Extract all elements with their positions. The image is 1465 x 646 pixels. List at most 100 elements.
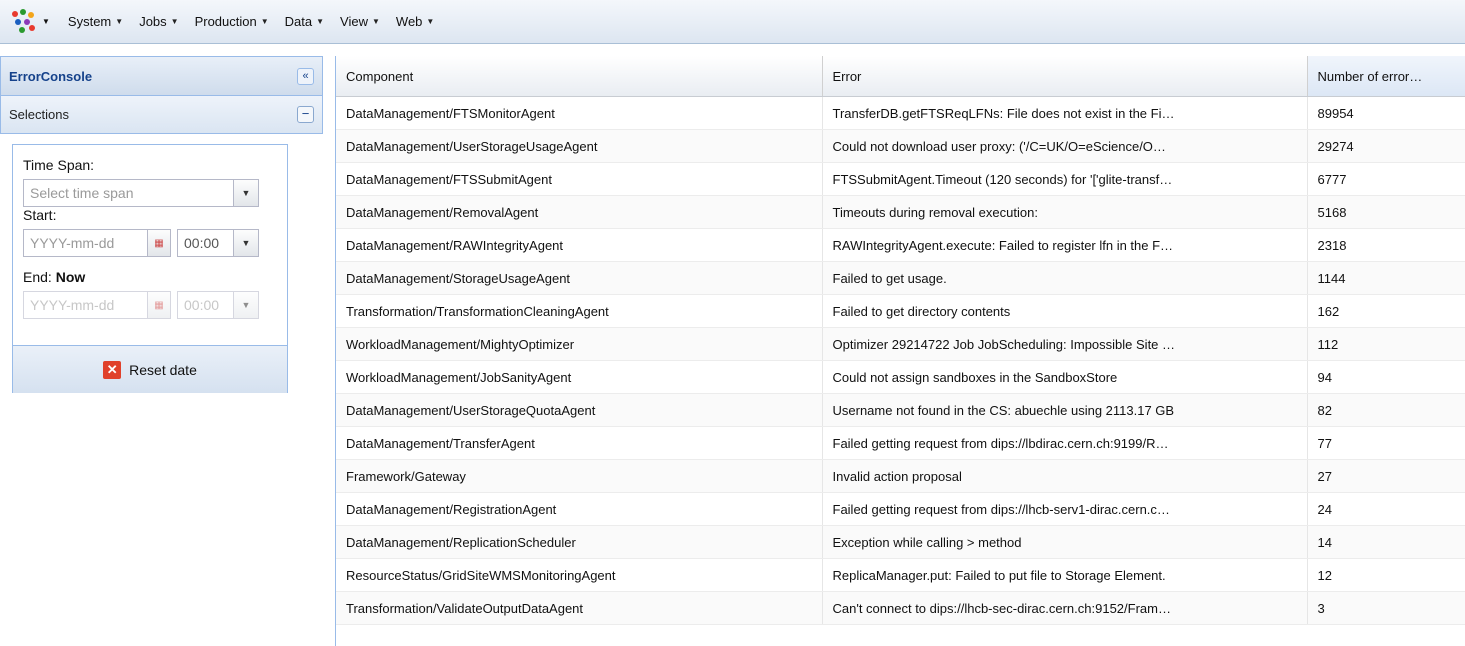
cell-error: RAWIntegrityAgent.execute: Failed to reg… — [822, 228, 1308, 262]
calendar-icon[interactable]: ▦ — [147, 230, 170, 256]
cell-count: 29274 — [1307, 129, 1465, 163]
panel-header: ErrorConsole « — [0, 56, 323, 96]
reset-date-button[interactable]: ✕ Reset date — [103, 360, 197, 379]
cell-error: Could not download user proxy: ('/C=UK/O… — [822, 129, 1308, 163]
start-date-field[interactable]: YYYY-mm-dd ▦ — [23, 229, 171, 257]
selections-form: Time Span: Select time span ▼ Start: YYY… — [12, 144, 288, 393]
cell-error: Failed to get usage. — [822, 261, 1308, 295]
cell-error: FTSSubmitAgent.Timeout (120 seconds) for… — [822, 162, 1308, 196]
chevron-down-icon: ▼ — [260, 17, 269, 26]
chevron-down-icon[interactable]: ▼ — [233, 180, 258, 206]
error-console-panel: ErrorConsole « Selections − Time Span: S… — [0, 56, 323, 646]
cell-count: 89954 — [1307, 96, 1465, 130]
table-row[interactable]: DataManagement/ReplicationScheduler Excep… — [336, 525, 1465, 559]
cell-error: Failed getting request from dips://lhcb-… — [822, 492, 1308, 526]
table-row[interactable]: DataManagement/FTSSubmitAgent FTSSubmitAg… — [336, 162, 1465, 196]
chevron-down-icon: ▼ — [426, 17, 435, 26]
app-logo-icon[interactable] — [10, 8, 38, 36]
menu-system[interactable]: System ▼ — [60, 8, 131, 36]
menu-jobs[interactable]: Jobs ▼ — [131, 8, 186, 36]
chevron-down-icon[interactable]: ▼ — [233, 230, 258, 256]
cell-count: 112 — [1307, 327, 1465, 361]
chevron-down-icon: ▼ — [115, 17, 124, 26]
error-table: Component Error Number of error… DataMan… — [336, 56, 1465, 625]
cell-count: 27 — [1307, 459, 1465, 493]
double-chevron-left-icon[interactable]: « — [297, 67, 314, 85]
cell-count: 6777 — [1307, 162, 1465, 196]
cell-error: Exception while calling > method — [822, 525, 1308, 559]
table-row[interactable]: DataManagement/TransferAgent Failed getti… — [336, 426, 1465, 460]
menu-data[interactable]: Data ▼ — [277, 8, 332, 36]
table-body: DataManagement/FTSMonitorAgent TransferDB… — [336, 96, 1465, 625]
cell-error: Optimizer 29214722 Job JobScheduling: Im… — [822, 327, 1308, 361]
table-row[interactable]: DataManagement/RemovalAgent Timeouts duri… — [336, 195, 1465, 229]
cell-count: 24 — [1307, 492, 1465, 526]
chevron-down-icon[interactable]: ▼ — [42, 17, 50, 26]
menu-web[interactable]: Web ▼ — [388, 8, 442, 36]
close-x-icon: ✕ — [103, 360, 122, 379]
start-time-select[interactable]: 00:00 ▼ — [177, 229, 259, 257]
cell-component: DataManagement/UserStorageQuotaAgent — [336, 393, 823, 427]
column-header-component[interactable]: Component — [336, 56, 823, 97]
table-row[interactable]: Framework/Gateway Invalid action proposal… — [336, 459, 1465, 493]
cell-component: DataManagement/ReplicationScheduler — [336, 525, 823, 559]
table-row[interactable]: WorkloadManagement/MightyOptimizer Optimi… — [336, 327, 1465, 361]
table-row[interactable]: DataManagement/RegistrationAgent Failed g… — [336, 492, 1465, 526]
end-date-placeholder: YYYY-mm-dd — [30, 297, 115, 313]
menu-production[interactable]: Production ▼ — [187, 8, 277, 36]
cell-component: DataManagement/UserStorageUsageAgent — [336, 129, 823, 163]
cell-count: 77 — [1307, 426, 1465, 460]
cell-error: Failed getting request from dips://lbdir… — [822, 426, 1308, 460]
table-row[interactable]: DataManagement/RAWIntegrityAgent RAWInteg… — [336, 228, 1465, 262]
minus-icon[interactable]: − — [297, 106, 314, 123]
cell-component: WorkloadManagement/MightyOptimizer — [336, 327, 823, 361]
cell-component: DataManagement/RAWIntegrityAgent — [336, 228, 823, 262]
chevron-down-icon: ▼ — [170, 17, 179, 26]
cell-error: Username not found in the CS: abuechle u… — [822, 393, 1308, 427]
table-row[interactable]: Transformation/ValidateOutputDataAgent Ca… — [336, 591, 1465, 625]
end-now-value: Now — [55, 269, 86, 285]
cell-count: 1144 — [1307, 261, 1465, 295]
end-date-field[interactable]: YYYY-mm-dd ▦ — [23, 291, 171, 319]
panel-title: ErrorConsole — [9, 68, 93, 84]
cell-error: Invalid action proposal — [822, 459, 1308, 493]
start-date-placeholder: YYYY-mm-dd — [30, 235, 115, 251]
cell-component: WorkloadManagement/JobSanityAgent — [336, 360, 823, 394]
table-row[interactable]: DataManagement/FTSMonitorAgent TransferDB… — [336, 96, 1465, 130]
table-row[interactable]: WorkloadManagement/JobSanityAgent Could n… — [336, 360, 1465, 394]
cell-count: 162 — [1307, 294, 1465, 328]
table-row[interactable]: DataManagement/UserStorageUsageAgent Coul… — [336, 129, 1465, 163]
cell-component: DataManagement/RegistrationAgent — [336, 492, 823, 526]
cell-error: Could not assign sandboxes in the Sandbo… — [822, 360, 1308, 394]
end-label: End: Now — [23, 269, 86, 285]
cell-count: 12 — [1307, 558, 1465, 592]
column-header-number-of-errors[interactable]: Number of error… — [1306, 56, 1465, 97]
table-row[interactable]: DataManagement/UserStorageQuotaAgent User… — [336, 393, 1465, 427]
cell-component: Framework/Gateway — [336, 459, 823, 493]
table-row[interactable]: ResourceStatus/GridSiteWMSMonitoringAgen… — [336, 558, 1465, 592]
calendar-icon[interactable]: ▦ — [147, 292, 170, 318]
cell-error: Failed to get directory contents — [822, 294, 1308, 328]
cell-component: DataManagement/StorageUsageAgent — [336, 261, 823, 295]
cell-count: 82 — [1307, 393, 1465, 427]
reset-date-label: Reset date — [129, 361, 197, 378]
chevron-down-icon[interactable]: ▼ — [233, 292, 258, 318]
chevron-down-icon: ▼ — [316, 17, 325, 26]
error-grid: Component Error Number of error… DataMan… — [335, 56, 1465, 646]
end-time-value: 00:00 — [184, 297, 220, 313]
selections-header[interactable]: Selections − — [0, 96, 323, 134]
cell-count: 2318 — [1307, 228, 1465, 262]
table-row[interactable]: DataManagement/StorageUsageAgent Failed t… — [336, 261, 1465, 295]
menu-view[interactable]: View ▼ — [332, 8, 388, 36]
cell-count: 14 — [1307, 525, 1465, 559]
table-header-row: Component Error Number of error… — [336, 56, 1465, 97]
cell-count: 94 — [1307, 360, 1465, 394]
time-span-select[interactable]: Select time span ▼ — [23, 179, 259, 207]
cell-component: ResourceStatus/GridSiteWMSMonitoringAgen… — [336, 558, 823, 592]
time-span-placeholder: Select time span — [30, 185, 134, 201]
column-header-error[interactable]: Error — [822, 56, 1308, 97]
cell-component: DataManagement/FTSMonitorAgent — [336, 96, 823, 130]
table-row[interactable]: Transformation/TransformationCleaningAge… — [336, 294, 1465, 328]
end-time-select[interactable]: 00:00 ▼ — [177, 291, 259, 319]
time-span-label: Time Span: — [23, 157, 95, 173]
